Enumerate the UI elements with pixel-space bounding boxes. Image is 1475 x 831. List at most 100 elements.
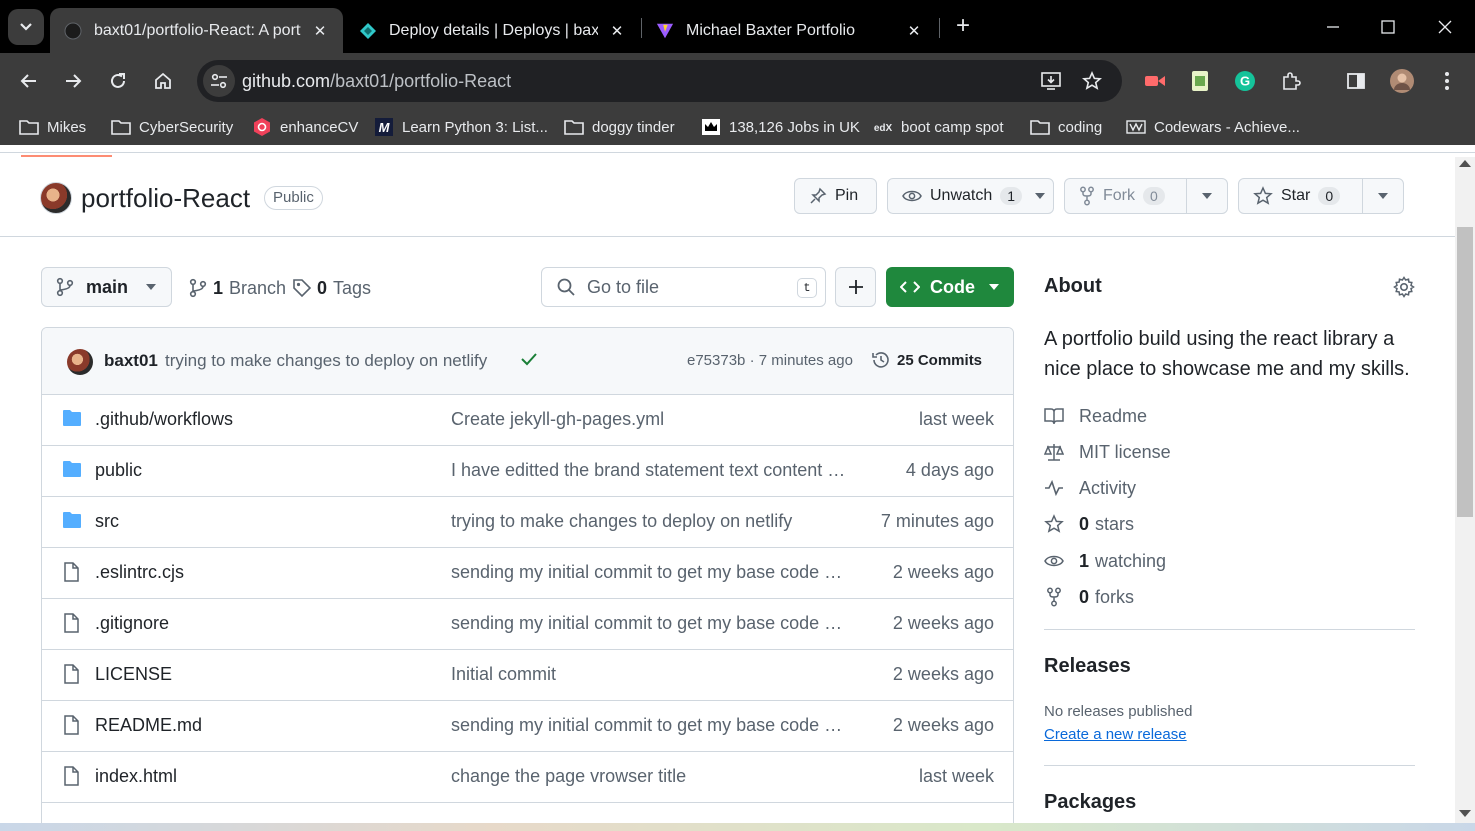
fork-dropdown[interactable] (1186, 179, 1227, 213)
bookmark-coding[interactable]: coding (1030, 115, 1102, 139)
file-name[interactable]: index.html (95, 766, 177, 787)
branch-selector[interactable]: main (41, 267, 172, 307)
reload-button[interactable] (102, 65, 134, 97)
file-name[interactable]: README.md (95, 715, 202, 736)
table-row[interactable]: .github/workflows Create jekyll-gh-pages… (42, 395, 1013, 446)
go-to-file-input[interactable]: Go to file t (541, 267, 826, 307)
scrollbar-thumb[interactable] (1457, 227, 1473, 517)
table-row[interactable]: .gitignore sending my initial commit to … (42, 599, 1013, 650)
code-button[interactable]: Code (886, 267, 1014, 307)
close-icon[interactable]: ✕ (608, 22, 626, 40)
scroll-down-arrow[interactable] (1459, 810, 1471, 817)
home-button[interactable] (147, 65, 179, 97)
bookmark-learn-python[interactable]: M Learn Python 3: List... (374, 115, 548, 139)
address-bar[interactable]: github.com/baxt01/portfolio-React (197, 60, 1122, 102)
star-button[interactable]: Star 0 (1238, 178, 1404, 214)
file-name[interactable]: .eslintrc.cjs (95, 562, 184, 583)
plus-icon (848, 280, 863, 294)
search-icon (557, 278, 575, 296)
bookmark-enhancecv[interactable]: enhanceCV (252, 115, 358, 139)
readme-link[interactable]: Readme (1044, 404, 1147, 428)
file-commit-message[interactable]: change the page vrowser title (451, 766, 846, 787)
commit-sha-time[interactable]: e75373b · 7 minutes ago (687, 352, 853, 369)
extension-sheets-icon[interactable] (1184, 65, 1216, 97)
table-row[interactable]: .eslintrc.cjs sending my initial commit … (42, 548, 1013, 599)
pin-button[interactable]: Pin (794, 178, 877, 214)
tab-portfolio[interactable]: Michael Baxter Portfolio ✕ (642, 8, 937, 53)
bookmark-star-icon[interactable] (1081, 70, 1103, 92)
fork-button[interactable]: Fork 0 (1064, 178, 1228, 214)
file-name[interactable]: .github/workflows (95, 409, 233, 430)
add-file-button[interactable] (835, 267, 876, 307)
file-name[interactable]: .gitignore (95, 613, 169, 634)
back-button[interactable] (13, 65, 45, 97)
new-tab-button[interactable]: + (950, 13, 976, 39)
commit-message[interactable]: trying to make changes to deploy on netl… (165, 351, 487, 371)
forks-link[interactable]: 0 forks (1044, 585, 1134, 609)
activity-link[interactable]: Activity (1044, 476, 1136, 500)
avatar[interactable] (40, 182, 72, 214)
stars-link[interactable]: 0 stars (1044, 512, 1134, 536)
repo-title[interactable]: portfolio-React (81, 183, 250, 214)
bookmark-mikes[interactable]: Mikes (19, 115, 86, 139)
commits-history-link[interactable]: 25 Commits (871, 350, 982, 370)
window-close-button[interactable] (1430, 12, 1460, 42)
create-release-link[interactable]: Create a new release (1044, 726, 1187, 743)
table-row[interactable]: src trying to make changes to deploy on … (42, 497, 1013, 548)
file-name[interactable]: LICENSE (95, 664, 172, 685)
watch-dropdown[interactable] (1030, 179, 1056, 213)
tab-search-button[interactable] (8, 9, 44, 45)
maximize-button[interactable] (1373, 12, 1403, 42)
file-commit-message[interactable]: Create jekyll-gh-pages.yml (451, 409, 846, 430)
file-commit-message[interactable]: sending my initial commit to get my base… (451, 715, 846, 736)
url-text[interactable]: github.com/baxt01/portfolio-React (242, 71, 511, 92)
avatar[interactable] (67, 349, 93, 375)
file-commit-message[interactable]: sending my initial commit to get my base… (451, 562, 846, 583)
watching-count: 1 (1079, 550, 1090, 571)
file-name[interactable]: src (95, 511, 119, 532)
file-commit-message[interactable]: trying to make changes to deploy on netl… (451, 511, 846, 532)
star-dropdown[interactable] (1362, 179, 1403, 213)
table-row[interactable]: public I have editted the brand statemen… (42, 446, 1013, 497)
commit-author[interactable]: baxt01 (104, 351, 158, 371)
watching-link[interactable]: 1 watching (1044, 549, 1166, 573)
forward-button[interactable] (57, 65, 89, 97)
check-icon[interactable] (520, 350, 538, 373)
file-commit-time: 2 weeks ago (892, 613, 994, 633)
site-info-button[interactable] (203, 65, 235, 97)
tags-link[interactable]: 0 Tags (292, 276, 371, 300)
bookmark-cybersecurity[interactable]: CyberSecurity (111, 115, 233, 139)
table-row[interactable]: README.md sending my initial commit to g… (42, 701, 1013, 752)
branches-link[interactable]: 1 Branch (189, 276, 286, 300)
bookmark-boot-camp[interactable]: edX boot camp spot (873, 115, 1004, 139)
bookmark-doggy-tinder[interactable]: doggy tinder (564, 115, 675, 139)
tab-github[interactable]: baxt01/portfolio-React: A portfo ✕ (50, 8, 343, 53)
table-row[interactable]: index.html change the page vrowser title… (42, 752, 1013, 803)
file-commit-message[interactable]: Initial commit (451, 664, 846, 685)
extension-recorder-icon[interactable] (1139, 65, 1171, 97)
releases-title[interactable]: Releases (1044, 655, 1131, 678)
license-link[interactable]: MIT license (1044, 440, 1171, 464)
file-name[interactable]: public (95, 460, 142, 481)
file-commit-message[interactable]: I have editted the brand statement text … (451, 460, 846, 481)
browser-menu-icon[interactable] (1431, 65, 1463, 97)
close-icon[interactable]: ✕ (905, 22, 923, 40)
close-icon[interactable]: ✕ (311, 22, 329, 40)
file-commit-message[interactable]: sending my initial commit to get my base… (451, 613, 846, 634)
profile-avatar[interactable] (1386, 65, 1418, 97)
extensions-puzzle-icon[interactable] (1275, 65, 1307, 97)
unwatch-button[interactable]: Unwatch 1 (887, 178, 1054, 214)
tab-netlify[interactable]: Deploy details | Deploys | baxt0 ✕ (345, 8, 640, 53)
table-row[interactable]: LICENSE Initial commit 2 weeks ago (42, 650, 1013, 701)
side-panel-icon[interactable] (1340, 65, 1372, 97)
maximize-icon (1381, 20, 1395, 34)
gear-icon[interactable] (1393, 276, 1415, 303)
bookmark-jobs-uk[interactable]: 138,126 Jobs in UK (701, 115, 860, 139)
grammarly-icon[interactable]: G (1229, 65, 1261, 97)
minimize-button[interactable] (1318, 12, 1348, 42)
install-app-icon[interactable] (1040, 70, 1062, 92)
scroll-up-arrow[interactable] (1459, 160, 1471, 167)
branches-count: 1 (213, 277, 224, 298)
bookmark-codewars[interactable]: Codewars - Achieve... (1126, 115, 1300, 139)
packages-title[interactable]: Packages (1044, 791, 1136, 814)
